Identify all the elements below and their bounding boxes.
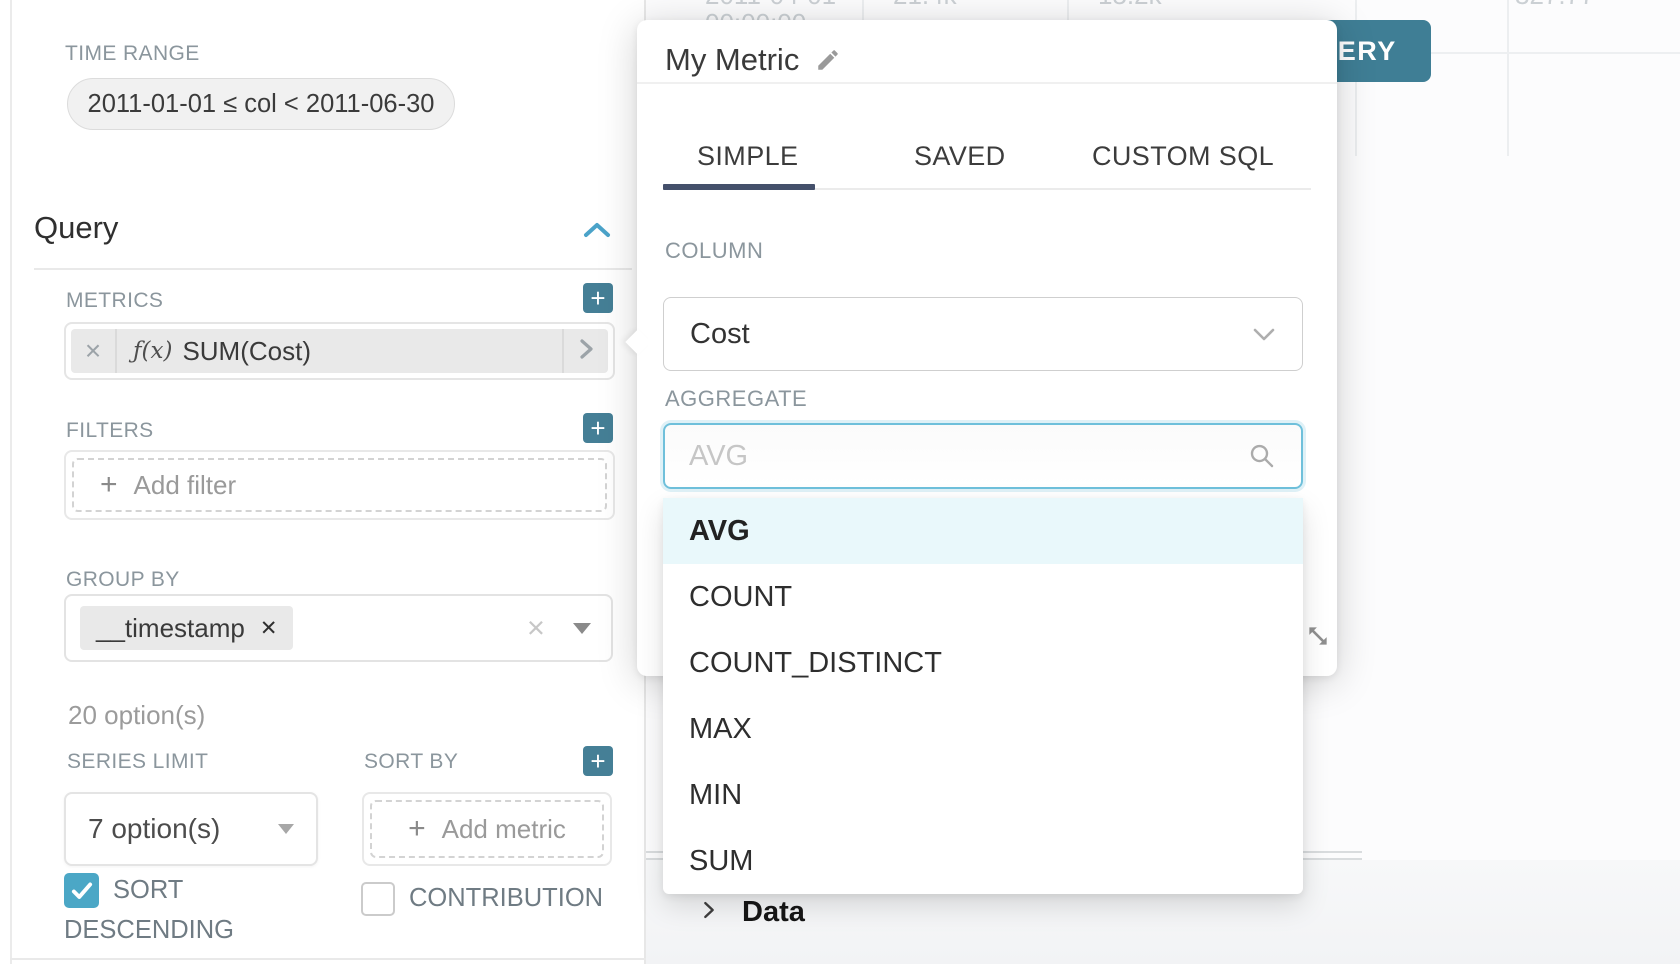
- edit-title-button[interactable]: [815, 47, 841, 73]
- aggregate-label: AGGREGATE: [665, 386, 807, 412]
- collapse-section-button[interactable]: [582, 220, 612, 245]
- dropdown-option-sum[interactable]: SUM: [663, 828, 1303, 894]
- chevron-down-icon: [1252, 327, 1276, 342]
- tab-custom-sql[interactable]: CUSTOM SQL: [1092, 141, 1274, 172]
- contribution-checkbox[interactable]: [361, 882, 395, 916]
- time-range-label: TIME RANGE: [65, 42, 200, 66]
- group-by-label: GROUP BY: [66, 568, 180, 592]
- dropdown-option-max[interactable]: MAX: [663, 696, 1303, 762]
- data-panel-label: Data: [742, 896, 805, 929]
- table-cell-value: 21.4k: [893, 0, 957, 10]
- group-by-tag: __timestamp ✕: [80, 606, 293, 650]
- sort-descending-control: SORT DESCENDING: [64, 870, 264, 950]
- aggregate-placeholder: AVG: [689, 440, 748, 473]
- table-cell-value: 15.2k: [1098, 0, 1162, 10]
- column-select[interactable]: Cost: [663, 297, 1303, 371]
- sort-by-control: + Add metric: [362, 792, 612, 866]
- dropdown-option-count-distinct[interactable]: COUNT_DISTINCT: [663, 630, 1303, 696]
- contribution-label: CONTRIBUTION: [409, 884, 603, 912]
- column-label: COLUMN: [665, 238, 763, 264]
- aggregate-input[interactable]: AVG: [663, 423, 1303, 489]
- tab-saved[interactable]: SAVED: [914, 141, 1006, 172]
- popover-resize-handle[interactable]: [1305, 623, 1331, 649]
- explore-screen: 2011-04-01 00:00:00 21.4k 15.2k 327.77 R…: [0, 0, 1680, 964]
- series-limit-label: SERIES LIMIT: [67, 750, 208, 774]
- plus-icon: +: [408, 812, 426, 846]
- chevron-up-icon: [582, 227, 612, 244]
- add-filter-placeholder: Add filter: [134, 470, 237, 501]
- contribution-control: CONTRIBUTION: [361, 878, 641, 918]
- aggregate-dropdown: AVG COUNT COUNT_DISTINCT MAX MIN SUM: [663, 498, 1303, 894]
- query-control-panel: TIME RANGE 2011-01-01 ≤ col < 2011-06-30…: [0, 0, 646, 964]
- open-metric-editor-button[interactable]: [562, 329, 608, 373]
- filters-label: FILTERS: [66, 419, 154, 443]
- panel-bottom-border: [10, 958, 646, 960]
- search-icon: [1247, 441, 1277, 471]
- sort-by-label: SORT BY: [364, 750, 458, 774]
- add-sort-metric-placeholder: Add metric: [442, 814, 566, 845]
- caret-down-icon: [278, 824, 294, 834]
- filters-control: + Add filter: [64, 450, 615, 520]
- group-by-tag-label: __timestamp: [96, 613, 245, 644]
- metric-title: My Metric: [665, 42, 799, 78]
- check-icon: [68, 878, 96, 904]
- metrics-control: × ƒ(x) SUM(Cost): [64, 322, 615, 380]
- dropdown-option-avg[interactable]: AVG: [663, 498, 1303, 564]
- section-divider: [34, 268, 632, 270]
- series-limit-select[interactable]: 7 option(s): [64, 792, 318, 866]
- metric-pill-label: SUM(Cost): [182, 336, 311, 367]
- time-range-filter[interactable]: 2011-01-01 ≤ col < 2011-06-30: [67, 78, 455, 130]
- table-gridline: [1507, 0, 1509, 156]
- dropdown-option-count[interactable]: COUNT: [663, 564, 1303, 630]
- pencil-icon: [815, 47, 841, 73]
- data-panel-toggle[interactable]: Data: [698, 896, 805, 929]
- add-sort-metric-button[interactable]: +: [583, 746, 613, 776]
- clear-all-icon[interactable]: ×: [527, 618, 545, 638]
- add-sort-metric-dropzone[interactable]: + Add metric: [370, 800, 604, 858]
- caret-down-icon: [573, 623, 591, 634]
- column-select-value: Cost: [690, 318, 750, 351]
- panel-left-border: [10, 0, 12, 964]
- add-filter-dropzone[interactable]: + Add filter: [72, 458, 607, 512]
- dropdown-option-min[interactable]: MIN: [663, 762, 1303, 828]
- table-cell-value: 327.77: [1515, 0, 1595, 10]
- resize-diagonal-icon: [1305, 623, 1331, 649]
- active-tab-indicator: [663, 184, 815, 190]
- function-icon: ƒ(x): [133, 338, 172, 364]
- popover-header-divider: [637, 82, 1337, 84]
- chevron-right-icon: [698, 899, 720, 926]
- metrics-label: METRICS: [66, 289, 163, 313]
- query-section-title: Query: [34, 210, 118, 246]
- remove-metric-icon[interactable]: ×: [71, 329, 117, 373]
- group-by-select[interactable]: __timestamp ✕ ×: [64, 594, 613, 662]
- metric-pill[interactable]: × ƒ(x) SUM(Cost): [71, 329, 608, 373]
- add-filter-button[interactable]: +: [583, 413, 613, 443]
- chevron-right-icon: [576, 337, 596, 366]
- remove-tag-icon[interactable]: ✕: [260, 616, 278, 641]
- tab-simple[interactable]: SIMPLE: [697, 141, 798, 172]
- group-by-options-hint: 20 option(s): [68, 700, 205, 731]
- add-metric-button[interactable]: +: [583, 283, 613, 313]
- sort-descending-checkbox[interactable]: [64, 873, 99, 908]
- plus-icon: +: [100, 468, 118, 502]
- series-limit-value: 7 option(s): [88, 813, 220, 845]
